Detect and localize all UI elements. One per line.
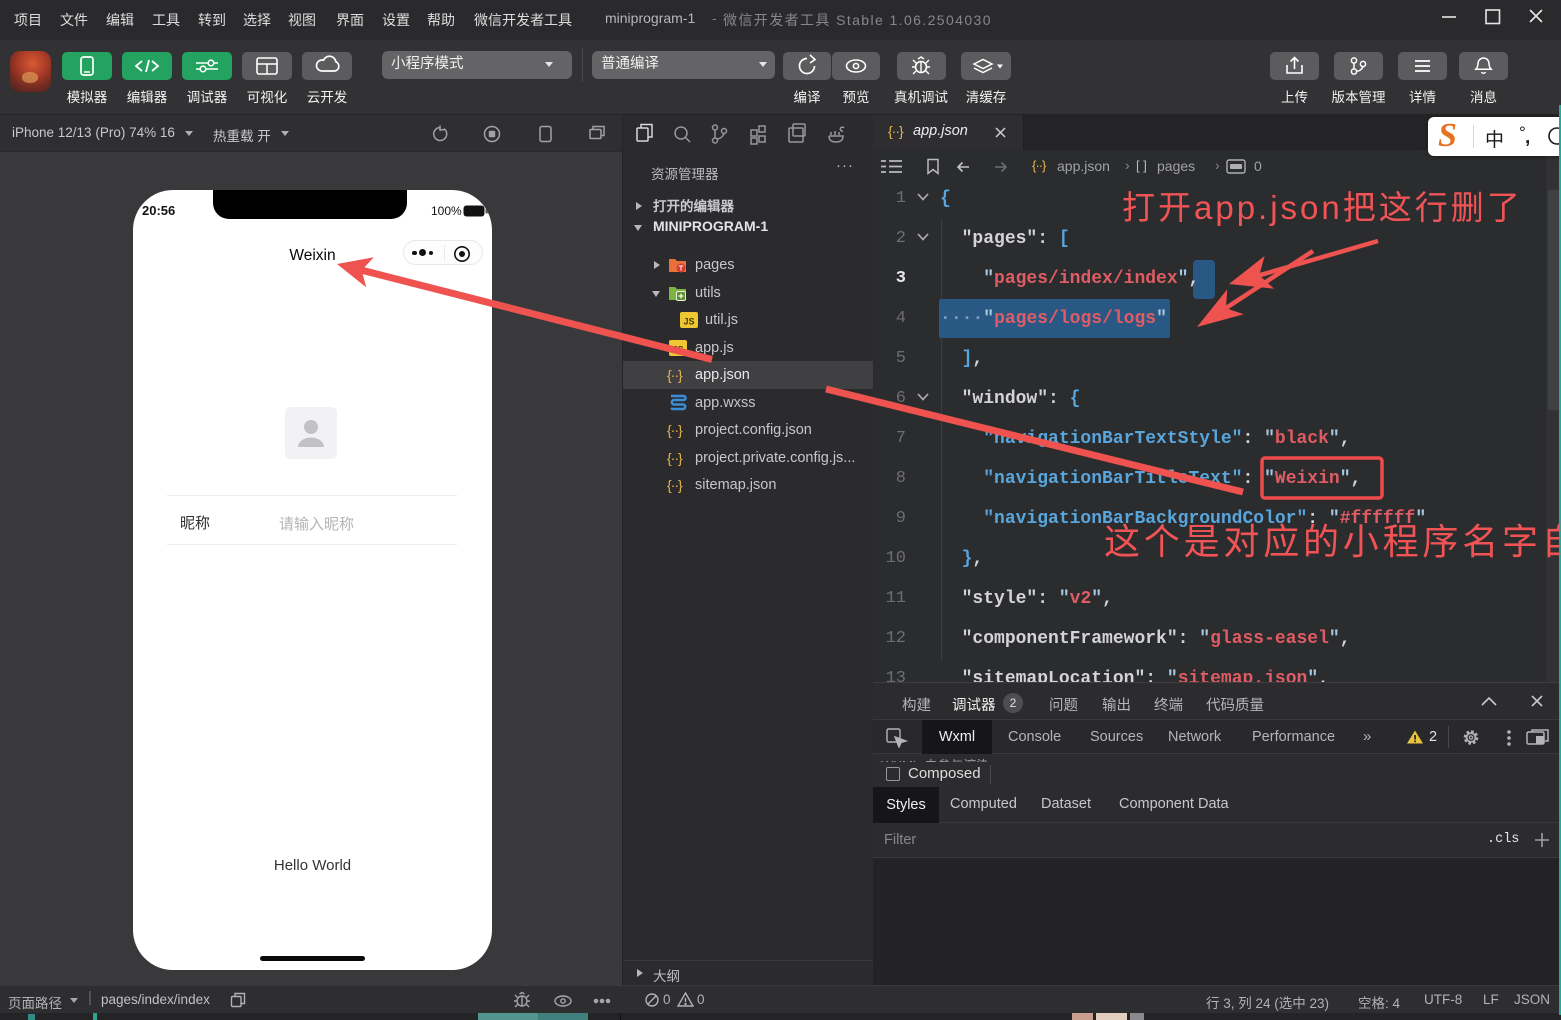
svg-text:JS: JS (672, 345, 683, 355)
svg-text:JS: JS (683, 317, 694, 327)
